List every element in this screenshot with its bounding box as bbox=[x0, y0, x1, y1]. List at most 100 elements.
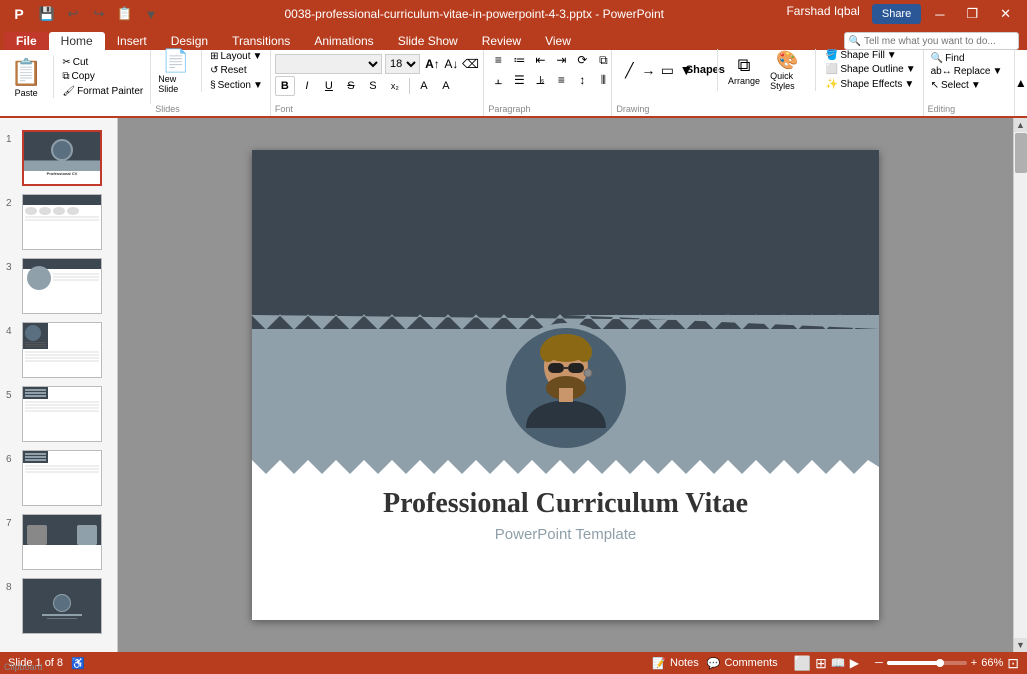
customize-qa-btn[interactable]: 📋 bbox=[114, 3, 136, 25]
bold-button[interactable]: B bbox=[275, 76, 295, 96]
quick-styles-button[interactable]: 🎨 Quick Styles bbox=[767, 48, 808, 93]
align-center-btn[interactable]: ☰ bbox=[509, 71, 529, 89]
save-btn[interactable]: 💾 bbox=[36, 3, 58, 25]
search-icon: 🔍 bbox=[849, 36, 861, 47]
increase-font-btn[interactable]: A↑ bbox=[423, 55, 441, 73]
new-slide-button[interactable]: 📄 New Slide bbox=[155, 46, 196, 96]
align-left-btn[interactable]: ⫠ bbox=[488, 71, 508, 89]
tab-insert[interactable]: Insert bbox=[105, 32, 159, 50]
redo-btn[interactable]: ↪ bbox=[88, 3, 110, 25]
normal-view-btn[interactable]: ⬜ bbox=[794, 655, 811, 672]
comments-button[interactable]: 💬 Comments bbox=[707, 657, 778, 670]
zoom-slider[interactable] bbox=[887, 661, 967, 665]
tab-slideshow[interactable]: Slide Show bbox=[386, 32, 470, 50]
fit-slide-btn[interactable]: ⊡ bbox=[1007, 655, 1019, 672]
search-input[interactable] bbox=[864, 36, 1014, 47]
decrease-indent-btn[interactable]: ⇤ bbox=[530, 51, 550, 69]
comments-label: Comments bbox=[724, 657, 777, 669]
select-button[interactable]: ↖ Select▼ bbox=[928, 79, 1010, 92]
shapes-button[interactable]: Shapes bbox=[692, 57, 718, 83]
shape-fill-button[interactable]: 🪣 Shape Fill▼ bbox=[823, 48, 919, 62]
justify-btn[interactable]: ≡ bbox=[551, 71, 571, 89]
strikethrough-button[interactable]: S bbox=[341, 76, 361, 96]
tab-review[interactable]: Review bbox=[470, 32, 533, 50]
tab-file[interactable]: File bbox=[4, 32, 49, 50]
convert-smartart-btn[interactable]: ⧉ bbox=[593, 51, 613, 69]
copy-button[interactable]: ⧉ Copy bbox=[59, 70, 146, 84]
slideshow-btn[interactable]: ▶ bbox=[850, 656, 859, 670]
slide-thumb-6[interactable]: 6 bbox=[0, 446, 117, 510]
new-slide-label: New Slide bbox=[158, 74, 193, 94]
slide-num-6: 6 bbox=[6, 454, 18, 465]
slide-num-4: 4 bbox=[6, 326, 18, 337]
cut-button[interactable]: ✂ Cut bbox=[59, 55, 146, 69]
text-shadow-button[interactable]: S bbox=[363, 76, 383, 96]
font-color-button[interactable]: A bbox=[414, 76, 434, 96]
close-button[interactable]: ✕ bbox=[992, 4, 1019, 24]
paste-button[interactable]: 📋 Paste bbox=[4, 55, 48, 99]
font-label: Font bbox=[275, 104, 293, 114]
font-size-select[interactable]: 18 bbox=[385, 54, 420, 74]
bullets-button[interactable]: ≡ bbox=[488, 51, 508, 69]
scroll-up-btn[interactable]: ▲ bbox=[1014, 118, 1027, 132]
scroll-down-btn[interactable]: ▼ bbox=[1014, 638, 1027, 652]
slide-thumb-4[interactable]: 4 bbox=[0, 318, 117, 382]
paragraph-label: Paragraph bbox=[488, 104, 530, 114]
format-painter-button[interactable]: 🖌 Format Painter bbox=[59, 85, 146, 99]
scroll-thumb[interactable] bbox=[1015, 133, 1027, 173]
columns-btn[interactable]: ⦀ bbox=[593, 71, 613, 89]
tab-animations[interactable]: Animations bbox=[302, 32, 385, 50]
zoom-in-btn[interactable]: + bbox=[971, 657, 977, 669]
tab-home[interactable]: Home bbox=[49, 32, 105, 50]
slide-sorter-btn[interactable]: ⊞ bbox=[815, 655, 827, 672]
font-family-select[interactable] bbox=[275, 54, 382, 74]
slide-canvas[interactable]: Professional Curriculum Vitae PowerPoint… bbox=[252, 150, 879, 620]
zoom-out-btn[interactable]: ─ bbox=[875, 657, 883, 669]
text-direction-btn[interactable]: ⟳ bbox=[572, 51, 592, 69]
slide-thumb-2[interactable]: 2 bbox=[0, 190, 117, 254]
qa-dropdown-btn[interactable]: ▼ bbox=[140, 3, 162, 25]
shape-outline-button[interactable]: ⬜ Shape Outline▼ bbox=[823, 63, 919, 77]
slide-thumb-3[interactable]: 3 bbox=[0, 254, 117, 318]
line-spacing-btn[interactable]: ↕ bbox=[572, 71, 592, 89]
replace-button[interactable]: ab↔ Replace▼ bbox=[928, 65, 1010, 78]
tab-transitions[interactable]: Transitions bbox=[220, 32, 302, 50]
undo-btn[interactable]: ↩ bbox=[62, 3, 84, 25]
italic-button[interactable]: I bbox=[297, 76, 317, 96]
notes-button[interactable]: 📝 Notes bbox=[652, 657, 698, 670]
underline-button[interactable]: U bbox=[319, 76, 339, 96]
subscript-button[interactable]: x₂ bbox=[385, 76, 405, 96]
slide-thumb-7[interactable]: 7 bbox=[0, 510, 117, 574]
shape-effects-button[interactable]: ✨ Shape Effects▼ bbox=[823, 78, 919, 92]
title-bar: P 💾 ↩ ↪ 📋 ▼ 0038-professional-curriculum… bbox=[0, 0, 1027, 28]
decrease-font-btn[interactable]: A↓ bbox=[442, 55, 460, 73]
increase-indent-btn[interactable]: ⇥ bbox=[551, 51, 571, 69]
paragraph-section: ≡ ≔ ⇤ ⇥ ⟳ ⧉ ⫠ ☰ ⫡ ≡ ↕ ⦀ Paragraph bbox=[484, 50, 612, 116]
section-button[interactable]: § Section▼ bbox=[207, 79, 266, 93]
clear-format-btn[interactable]: ⌫ bbox=[461, 55, 479, 73]
reading-view-btn[interactable]: 📖 bbox=[831, 656, 846, 670]
layout-button[interactable]: ⊞ Layout▼ bbox=[207, 49, 266, 63]
numbering-button[interactable]: ≔ bbox=[509, 51, 529, 69]
title-bar-left: P 💾 ↩ ↪ 📋 ▼ bbox=[8, 3, 162, 25]
slide-thumb-8[interactable]: 8 bbox=[0, 574, 117, 638]
text-highlight-button[interactable]: A bbox=[436, 76, 456, 96]
align-right-btn[interactable]: ⫡ bbox=[530, 71, 550, 89]
slide-thumb-5[interactable]: 5 bbox=[0, 382, 117, 446]
arrange-button[interactable]: ⧉ Arrange bbox=[725, 53, 763, 88]
reset-button[interactable]: ↺ Reset bbox=[207, 64, 266, 78]
notes-label: Notes bbox=[670, 657, 699, 669]
accessibility-icon[interactable]: ♿ bbox=[71, 657, 85, 670]
quick-styles-icon: 🎨 bbox=[776, 50, 798, 71]
slide-bottom: Professional Curriculum Vitae PowerPoint… bbox=[252, 460, 879, 563]
minimize-button[interactable]: ─ bbox=[927, 4, 952, 24]
restore-button[interactable]: ❐ bbox=[958, 4, 986, 24]
powerpoint-logo[interactable]: P bbox=[8, 3, 30, 25]
tab-view[interactable]: View bbox=[533, 32, 583, 50]
slide-thumb-1[interactable]: 1 Professional CV bbox=[0, 126, 117, 190]
slide-num-2: 2 bbox=[6, 198, 18, 209]
slide-preview-6 bbox=[22, 450, 102, 506]
share-button[interactable]: Share bbox=[872, 4, 921, 24]
ribbon-collapse-btn[interactable]: ▲ bbox=[1014, 50, 1027, 116]
find-button[interactable]: 🔍 Find bbox=[928, 52, 1010, 65]
